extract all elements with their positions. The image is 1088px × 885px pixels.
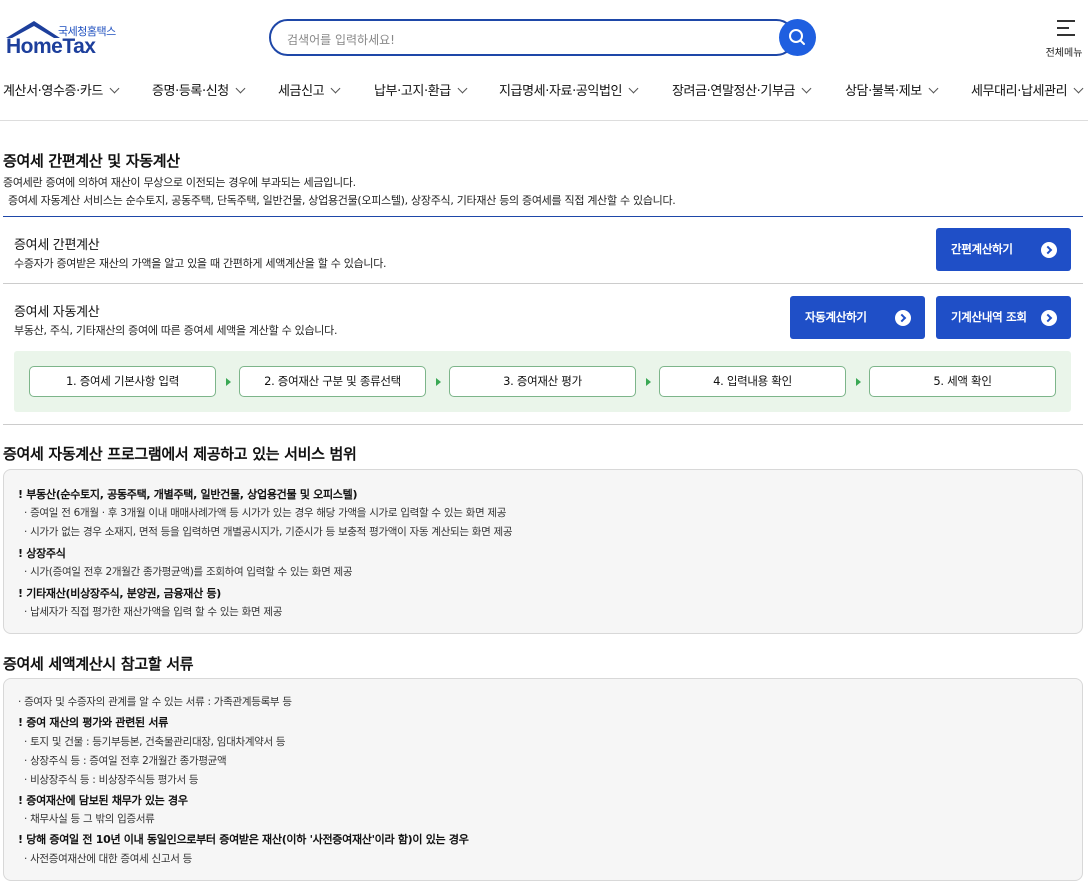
docs-item: ! 당해 증여일 전 10년 이내 동일인으로부터 증여받은 재산(이하 '사전… [18,833,469,846]
arrow-right-icon [1041,310,1057,326]
step-2: 2. 증여재산 구분 및 종류선택 [239,366,426,397]
hometax-logo[interactable]: 국세청홈택스 HomeTax [4,18,122,60]
all-menu-button[interactable]: 전체메뉴 [1046,20,1086,60]
step-arrow-icon [646,378,651,386]
step-4: 4. 입력내용 확인 [659,366,846,397]
nav-item-tax-report[interactable]: 세금신고 [278,80,341,99]
step-flow: 1. 증여세 기본사항 입력 2. 증여재산 구분 및 종류선택 3. 증여재산… [14,351,1071,412]
step-5: 5. 세액 확인 [869,366,1056,397]
history-button[interactable]: 기계산내역 조회 [936,296,1071,339]
simple-calc-button[interactable]: 간편계산하기 [936,228,1071,271]
auto-calc-title: 증여세 자동계산 [14,305,100,320]
docs-item: · 비상장주식 등 : 비상장주식등 평가서 등 [24,774,199,786]
auto-calc-button[interactable]: 자동계산하기 [790,296,925,339]
scope-item: · 시가가 없는 경우 소재지, 면적 등을 입력하면 개별공시지가, 기준시가… [24,526,513,538]
scope-item: ! 기타재산(비상장주식, 분양권, 금융재산 등) [18,587,221,600]
simple-calc-title: 증여세 간편계산 [14,238,100,253]
docs-title: 증여세 세액계산시 참고할 서류 [3,655,194,673]
step-3: 3. 증여재산 평가 [449,366,636,397]
step-1: 1. 증여세 기본사항 입력 [29,366,216,397]
arrow-right-icon [895,310,911,326]
scope-title: 증여세 자동계산 프로그램에서 제공하고 있는 서비스 범위 [3,445,357,463]
step-arrow-icon [226,378,231,386]
page-title: 증여세 간편계산 및 자동계산 [3,152,180,170]
nav-item-agent[interactable]: 세무대리·납세관리 [971,80,1084,99]
hamburger-icon [1057,20,1075,36]
nav-item-statement[interactable]: 지급명세·자료·공익법인 [499,80,639,99]
chevron-down-icon [330,83,341,94]
chevron-down-icon [109,83,120,94]
chevron-down-icon [457,83,468,94]
simple-calc-desc: 수증자가 증여받은 재산의 가액을 알고 있을 때 간편하게 세액계산을 할 수… [14,257,387,270]
header: 국세청홈택스 HomeTax 검색어를 입력하세요! 전체메뉴 계산서·영수증·… [0,0,1088,121]
step-arrow-icon [856,378,861,386]
docs-box: · 증여자 및 수증자의 관계를 알 수 있는 서류 : 가족관계등록부 등 !… [3,678,1083,881]
nav-item-consult[interactable]: 상담·불복·제보 [845,80,939,99]
nav-item-incentive[interactable]: 장려금·연말정산·기부금 [672,80,812,99]
docs-item: · 토지 및 건물 : 등기부등본, 건축물관리대장, 임대차계약서 등 [24,736,286,748]
search-input[interactable]: 검색어를 입력하세요! [269,19,795,56]
step-arrow-icon [436,378,441,386]
divider [3,216,1083,217]
nav-item-invoice[interactable]: 계산서·영수증·카드 [3,80,120,99]
chevron-down-icon [235,83,246,94]
chevron-down-icon [928,83,939,94]
search-bar: 검색어를 입력하세요! [269,19,816,56]
nav-item-certificate[interactable]: 증명·등록·신청 [152,80,246,99]
all-menu-label: 전체메뉴 [1045,48,1083,59]
docs-item: · 사전증여재산에 대한 증여세 신고서 등 [24,853,192,865]
scope-item: · 시가(증여일 전후 2개월간 종가평균액)를 조회하여 입력할 수 있는 화… [24,566,353,578]
divider [3,424,1083,425]
divider [3,283,1083,284]
chevron-down-icon [1073,83,1084,94]
docs-item: ! 증여 재산의 평가와 관련된 서류 [18,716,169,729]
scope-item: · 납세자가 직접 평가한 재산가액을 입력 할 수 있는 화면 제공 [24,606,283,618]
scope-item: ! 부동산(순수토지, 공동주택, 개별주택, 일반건물, 상업용건물 및 오피… [18,488,358,501]
docs-item: · 상장주식 등 : 증여일 전후 2개월간 종가평균액 [24,755,227,767]
nav-item-payment[interactable]: 납부·고지·환급 [374,80,468,99]
search-placeholder: 검색어를 입력하세요! [287,33,395,47]
search-icon [789,29,805,45]
chevron-down-icon [628,83,639,94]
main-nav: 계산서·영수증·카드 증명·등록·신청 세금신고 납부·고지·환급 지급명세·자… [0,80,1088,102]
intro-desc-1: 증여세란 증여에 의하여 재산이 무상으로 이전되는 경우에 부과되는 세금입니… [3,176,356,189]
docs-item: · 증여자 및 수증자의 관계를 알 수 있는 서류 : 가족관계등록부 등 [18,696,292,708]
chevron-down-icon [801,83,812,94]
scope-item: ! 상장주식 [18,547,66,560]
docs-item: ! 증여재산에 담보된 채무가 있는 경우 [18,794,188,807]
logo-title: HomeTax [6,35,96,58]
intro-desc-2: 증여세 자동계산 서비스는 순수토지, 공동주택, 단독주택, 일반건물, 상업… [8,194,676,207]
search-button[interactable] [779,19,816,56]
auto-calc-desc: 부동산, 주식, 기타재산의 증여에 따른 증여세 세액을 계산할 수 있습니다… [14,324,338,337]
scope-item: · 증여일 전 6개월 · 후 3개월 이내 매매사례가액 등 시가가 있는 경… [24,507,507,519]
docs-item: · 채무사실 등 그 밖의 입증서류 [24,813,155,825]
arrow-right-icon [1041,242,1057,258]
scope-box: ! 부동산(순수토지, 공동주택, 개별주택, 일반건물, 상업용건물 및 오피… [3,469,1083,634]
